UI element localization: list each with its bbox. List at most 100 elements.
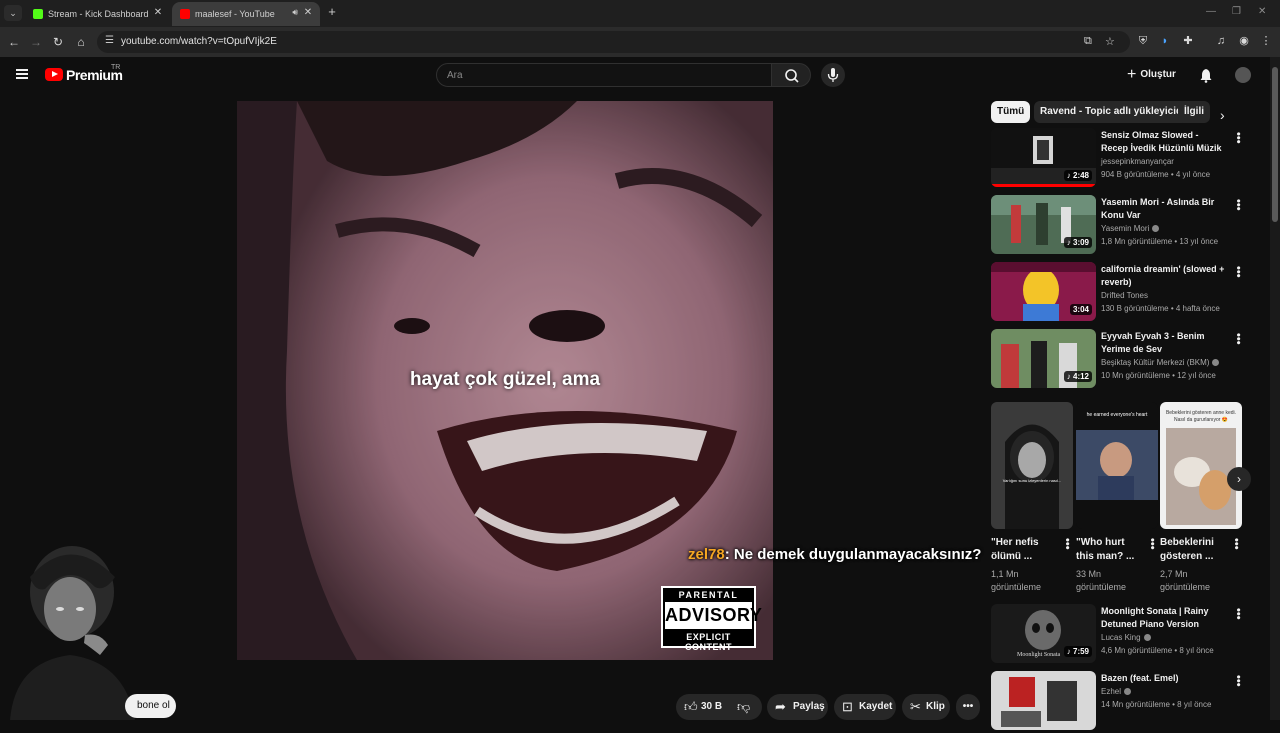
browser-tab-bar: ⌄ Stream - Kick Dashboard ✕ maalesef - Y…	[0, 0, 1280, 27]
back-icon[interactable]: ←	[6, 34, 22, 50]
short-title[interactable]: "Who hurt this man? ...	[1076, 536, 1144, 564]
shield-extension-icon[interactable]: ⛨	[1136, 34, 1150, 48]
reload-icon[interactable]: ↻	[50, 34, 66, 50]
video-thumbnail[interactable]: ♪ 3:09	[991, 195, 1096, 254]
channel-name[interactable]: Ezhel	[1101, 687, 1132, 696]
install-app-icon[interactable]: ⧉	[1084, 35, 1092, 48]
bookmark-star-icon[interactable]: ☆	[1105, 35, 1115, 48]
profile-icon[interactable]: ◉	[1237, 34, 1251, 48]
video-thumbnail[interactable]: ♪ 2:48	[991, 128, 1096, 187]
video-title[interactable]: Yasemin Mori - Aslında Bir Konu Var	[1101, 196, 1226, 222]
video-thumbnail[interactable]: ♪ 4:12	[991, 329, 1096, 388]
video-title[interactable]: Eyyvah Eyvah 3 - Benim Yerime de Sev	[1101, 330, 1226, 356]
channel-name[interactable]: Drifted Tones	[1101, 291, 1148, 300]
more-vertical-icon[interactable]: •••	[1232, 199, 1244, 211]
extensions-puzzle-icon[interactable]: ✚	[1181, 34, 1195, 48]
video-title[interactable]: california dreamin' (slowed + reverb)	[1101, 263, 1226, 289]
minimize-icon[interactable]: —	[1206, 6, 1216, 17]
search-placeholder: Ara	[447, 70, 463, 81]
media-control-icon[interactable]: ♫	[1214, 34, 1228, 48]
channel-name-text: Yasemin Mori	[1101, 224, 1150, 233]
create-button[interactable]: + Oluştur	[1127, 66, 1176, 84]
subscribe-button[interactable]: bone ol	[125, 694, 176, 718]
more-vertical-icon[interactable]: •••	[1146, 538, 1158, 550]
channel-name[interactable]: jessepinkmanyançar	[1101, 157, 1174, 166]
menu-icon[interactable]	[16, 69, 28, 79]
voice-search-button[interactable]	[821, 63, 845, 87]
video-thumbnail[interactable]: 3:04	[991, 262, 1096, 321]
scissors-icon: ✂	[910, 699, 921, 714]
more-vertical-icon[interactable]: •••	[1061, 538, 1073, 550]
video-duration: ♪ 2:48	[1063, 170, 1092, 181]
short-thumbnail[interactable]: Bebeklerini gösteren anne kedi. Nasıl da…	[1160, 402, 1242, 529]
video-player[interactable]: hayat çok güzel, ama PARENTAL ADVISORY E…	[237, 101, 773, 660]
chevron-right-icon[interactable]: ›	[1220, 107, 1225, 123]
more-vertical-icon[interactable]: •••	[1232, 132, 1244, 144]
clip-button[interactable]: ✂ Klip	[902, 694, 950, 720]
recommendation-item[interactable]: 3:04 california dreamin' (slowed + rever…	[991, 262, 1251, 324]
channel-name[interactable]: Yasemin Mori	[1101, 224, 1160, 233]
more-vertical-icon[interactable]: •••	[1232, 266, 1244, 278]
like-icon[interactable]: 👍︎	[684, 694, 698, 720]
account-avatar[interactable]	[1235, 67, 1251, 83]
short-thumbnail[interactable]: he earned everyone's heart	[1076, 402, 1158, 529]
close-window-icon[interactable]: ✕	[1258, 6, 1266, 17]
short-caption: he earned everyone's heart	[1086, 412, 1148, 418]
speaker-icon[interactable]: 🔊︎	[292, 7, 298, 18]
more-vertical-icon[interactable]: •••	[1232, 333, 1244, 345]
more-vertical-icon[interactable]: •••	[1232, 608, 1244, 620]
notifications-bell-icon[interactable]	[1198, 67, 1214, 83]
home-icon[interactable]: ⌂	[73, 34, 89, 50]
more-vertical-icon[interactable]: •••	[1232, 675, 1244, 687]
chevron-right-icon[interactable]: ›	[1227, 467, 1251, 491]
close-icon[interactable]: ✕	[302, 7, 314, 19]
video-title[interactable]: Moonlight Sonata | Rainy Detuned Piano V…	[1101, 605, 1226, 631]
short-title[interactable]: "Her nefis ölümü ...	[991, 536, 1059, 564]
channel-name[interactable]: Beşiktaş Kültür Merkezi (BKM)	[1101, 358, 1220, 367]
audio-extension-icon[interactable]: ◗	[1158, 34, 1172, 48]
chip-related[interactable]: İlgili	[1178, 101, 1210, 123]
short-title[interactable]: Bebeklerini gösteren ...	[1160, 536, 1228, 564]
browser-tab-youtube[interactable]: maalesef - YouTube 🔊︎ ✕	[172, 2, 320, 26]
thumbnail-image	[991, 402, 1073, 529]
video-duration: 3:04	[1069, 304, 1092, 315]
more-actions-button[interactable]: •••	[956, 694, 980, 720]
search-input[interactable]: Ara	[436, 63, 772, 87]
maximize-icon[interactable]: ❐	[1232, 6, 1241, 17]
browser-tab-kick[interactable]: Stream - Kick Dashboard ✕	[25, 2, 170, 26]
video-meta: 130 B görüntüleme • 4 hafta önce	[1101, 304, 1220, 313]
video-meta: 4,6 Mn görüntüleme • 8 yıl önce	[1101, 646, 1214, 655]
forward-icon[interactable]: →	[28, 34, 44, 50]
tab-search-button[interactable]: ⌄	[4, 5, 22, 21]
chip-uploader[interactable]: Ravend - Topic adlı yükleyiciden	[1034, 101, 1200, 123]
video-title[interactable]: Bazen (feat. Emel)	[1101, 672, 1226, 685]
like-count[interactable]: 30 B	[701, 694, 722, 720]
site-info-icon[interactable]: ☰	[105, 35, 114, 46]
video-meta: 1,8 Mn görüntüleme • 13 yıl önce	[1101, 237, 1219, 246]
short-thumbnail[interactable]: Varlığını sunu izleyenlerin nasıl...	[991, 402, 1073, 529]
recommendation-item[interactable]: Bazen (feat. Emel) Ezhel 14 Mn görüntüle…	[991, 671, 1251, 733]
address-bar[interactable]: ☰ youtube.com/watch?v=tOpufVIjk2E ⧉ ☆	[97, 31, 1130, 53]
video-title[interactable]: Sensiz Olmaz Slowed - Recep İvedik Hüzün…	[1101, 129, 1226, 155]
save-button[interactable]: ⊡ Kaydet	[834, 694, 896, 720]
recommendation-item[interactable]: ♪ 2:48 Sensiz Olmaz Slowed - Recep İvedi…	[991, 128, 1251, 190]
share-button[interactable]: ➦ Paylaş	[767, 694, 828, 720]
dislike-icon[interactable]: 👎︎	[737, 694, 750, 720]
chip-all[interactable]: Tümü	[991, 101, 1031, 123]
more-vertical-icon[interactable]: •••	[1230, 538, 1242, 550]
recommendation-item[interactable]: ♪ 3:09 Yasemin Mori - Aslında Bir Konu V…	[991, 195, 1251, 257]
video-thumbnail[interactable]: Moonlight Sonata ♪ 7:59	[991, 604, 1096, 663]
search-button[interactable]	[771, 63, 811, 87]
page-scrollbar[interactable]	[1270, 57, 1280, 720]
close-icon[interactable]: ✕	[152, 7, 164, 19]
scrollbar-thumb[interactable]	[1272, 67, 1278, 222]
stream-chat-message: zel78: Ne demek duygulanmayacaksınız?	[688, 546, 981, 563]
browser-menu-icon[interactable]: ⋮	[1259, 34, 1273, 48]
new-tab-button[interactable]: +	[325, 5, 339, 19]
recommendation-item[interactable]: ♪ 4:12 Eyyvah Eyvah 3 - Benim Yerime de …	[991, 329, 1251, 391]
video-thumbnail[interactable]	[991, 671, 1096, 730]
channel-name[interactable]: Lucas King	[1101, 633, 1151, 642]
recommendation-item[interactable]: Moonlight Sonata ♪ 7:59 Moonlight Sonata…	[991, 604, 1251, 666]
youtube-logo-icon[interactable]	[45, 68, 63, 81]
url-text: youtube.com/watch?v=tOpufVIjk2E	[121, 36, 277, 47]
